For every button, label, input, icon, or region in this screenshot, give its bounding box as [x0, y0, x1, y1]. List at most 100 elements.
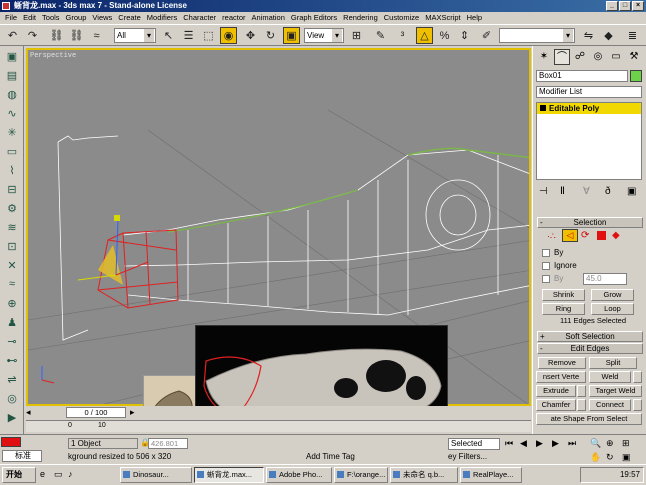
hinge-icon[interactable]: ⊸: [2, 332, 22, 350]
create-shape-button[interactable]: ate Shape From Select: [536, 413, 642, 425]
task-realplayer[interactable]: RealPlaye...: [460, 467, 522, 483]
angle-spinner[interactable]: 45.0: [583, 273, 627, 285]
wind-icon[interactable]: ≋: [2, 218, 22, 236]
redo-icon[interactable]: ↷: [24, 27, 41, 44]
object-name-field[interactable]: Box01: [536, 70, 628, 82]
edge-mode-icon[interactable]: ◁: [562, 229, 578, 242]
hierarchy-tab-icon[interactable]: ☍: [572, 49, 588, 65]
align-icon[interactable]: ◆: [600, 27, 617, 44]
element-mode-icon[interactable]: ◆: [612, 230, 620, 241]
snap-toggle-icon[interactable]: ³: [394, 27, 411, 44]
insert-vertex-button[interactable]: nsert Verte: [536, 371, 586, 383]
menu-maxscript[interactable]: MAXScript: [422, 12, 463, 24]
selection-rollout-header[interactable]: - Selection: [537, 217, 643, 228]
remove-button[interactable]: Remove: [538, 357, 586, 369]
menu-file[interactable]: File: [2, 12, 20, 24]
motion-tab-icon[interactable]: ◎: [590, 49, 606, 65]
menu-group[interactable]: Group: [63, 12, 90, 24]
pan-icon[interactable]: ✋: [590, 452, 601, 463]
toy-car-icon[interactable]: ⊡: [2, 237, 22, 255]
target-weld-button[interactable]: Target Weld: [589, 385, 642, 397]
point-to-point-icon[interactable]: ⊷: [2, 351, 22, 369]
reference-coordinate-dropdown[interactable]: View: [304, 28, 344, 43]
go-to-end-icon[interactable]: ⏭: [568, 438, 576, 449]
chamfer-settings-button[interactable]: [577, 399, 586, 411]
task-untitled[interactable]: 未命名 q.b...: [390, 467, 458, 483]
coordinate-y-field[interactable]: 426.801: [148, 438, 188, 449]
ime-status[interactable]: 标准: [2, 450, 42, 462]
modify-tab-icon[interactable]: ⌒: [554, 49, 570, 65]
menu-customize[interactable]: Customize: [381, 12, 422, 24]
configure-sets-icon[interactable]: ▣: [627, 186, 636, 197]
quick-launch-ie-icon[interactable]: e: [40, 469, 45, 479]
chamfer-button[interactable]: Chamfer: [536, 399, 576, 411]
plane-icon[interactable]: ▭: [2, 142, 22, 160]
cloth-collection-icon[interactable]: ▤: [2, 66, 22, 84]
shrink-button[interactable]: Shrink: [542, 289, 585, 301]
preview-animation-icon[interactable]: ▶: [2, 408, 22, 426]
reactor-rigid-body-icon[interactable]: ▣: [2, 47, 22, 65]
task-3dsmax[interactable]: 蜥背龙.max...: [194, 467, 264, 483]
weld-settings-button[interactable]: [633, 371, 642, 383]
extrude-button[interactable]: Extrude: [536, 385, 576, 397]
minimize-button[interactable]: _: [606, 1, 618, 11]
extrude-settings-button[interactable]: [577, 385, 586, 397]
percent-snap-icon[interactable]: %: [436, 27, 453, 44]
display-tab-icon[interactable]: ▭: [608, 49, 624, 65]
quick-launch-media-icon[interactable]: ♪: [68, 469, 73, 479]
close-button[interactable]: ×: [632, 1, 644, 11]
zoom-extents-icon[interactable]: ⊞: [622, 438, 630, 449]
maximize-button[interactable]: □: [619, 1, 631, 11]
next-frame-icon[interactable]: ▶: [552, 438, 559, 449]
spring-icon[interactable]: ⌇: [2, 161, 22, 179]
menu-tools[interactable]: Tools: [39, 12, 63, 24]
task-explorer[interactable]: F:\orange...: [334, 467, 388, 483]
bind-space-warp-icon[interactable]: ≈: [88, 27, 105, 44]
utilities-tab-icon[interactable]: ⚒: [626, 49, 642, 65]
select-manipulate-icon[interactable]: ✎: [372, 27, 389, 44]
scale-icon[interactable]: ▣: [283, 27, 300, 44]
edit-edges-rollout-header[interactable]: - Edit Edges: [537, 343, 643, 354]
weld-button[interactable]: Weld: [589, 371, 631, 383]
unlink-icon[interactable]: ⛓: [68, 27, 85, 44]
menu-help[interactable]: Help: [464, 12, 485, 24]
stack-item-editable-poly[interactable]: Editable Poly: [537, 103, 641, 114]
move-icon[interactable]: ✥: [242, 27, 259, 44]
track-bar[interactable]: 0 10: [26, 420, 531, 432]
loop-button[interactable]: Loop: [591, 303, 634, 315]
spinner-snap-icon[interactable]: ⇕: [456, 27, 473, 44]
link-icon[interactable]: ⛓: [48, 27, 65, 44]
ring-button[interactable]: Ring: [542, 303, 585, 315]
menu-create[interactable]: Create: [115, 12, 144, 24]
angle-snap-icon[interactable]: △: [416, 27, 433, 44]
soft-body-icon[interactable]: ◍: [2, 85, 22, 103]
quick-launch-desktop-icon[interactable]: ▭: [54, 469, 63, 480]
named-selection-icon[interactable]: ✐: [478, 27, 495, 44]
car-wheel-icon[interactable]: ◎: [2, 389, 22, 407]
grow-button[interactable]: Grow: [591, 289, 634, 301]
previous-frame-icon[interactable]: ◀: [520, 438, 527, 449]
soft-selection-rollout-header[interactable]: + Soft Selection: [537, 331, 643, 342]
go-to-start-icon[interactable]: ⏮: [505, 438, 513, 449]
task-photoshop[interactable]: Adobe Pho...: [266, 467, 332, 483]
constraint-solver-icon[interactable]: ⊕: [2, 294, 22, 312]
slider-next-icon[interactable]: ▸: [130, 407, 135, 418]
arc-rotate-icon[interactable]: ↻: [606, 452, 614, 463]
selection-filter-dropdown[interactable]: All: [114, 28, 156, 43]
menu-animation[interactable]: Animation: [249, 12, 288, 24]
connect-settings-button[interactable]: [633, 399, 642, 411]
object-color-swatch[interactable]: [630, 70, 642, 82]
ignore-backfacing-checkbox[interactable]: [542, 262, 550, 270]
border-mode-icon[interactable]: ⟳: [581, 230, 589, 241]
play-icon[interactable]: ▶: [536, 438, 543, 449]
layer-manager-icon[interactable]: ≣: [624, 27, 641, 44]
make-unique-icon[interactable]: ∀: [583, 186, 590, 197]
pin-stack-icon[interactable]: ⊣: [539, 186, 548, 197]
water-icon[interactable]: ≈: [2, 275, 22, 293]
rotate-icon[interactable]: ↻: [262, 27, 279, 44]
split-button[interactable]: Split: [589, 357, 637, 369]
prismatic-icon[interactable]: ⇌: [2, 370, 22, 388]
motor-icon[interactable]: ⚙: [2, 199, 22, 217]
by-angle-checkbox[interactable]: [542, 275, 550, 283]
by-vertex-checkbox[interactable]: [542, 249, 550, 257]
